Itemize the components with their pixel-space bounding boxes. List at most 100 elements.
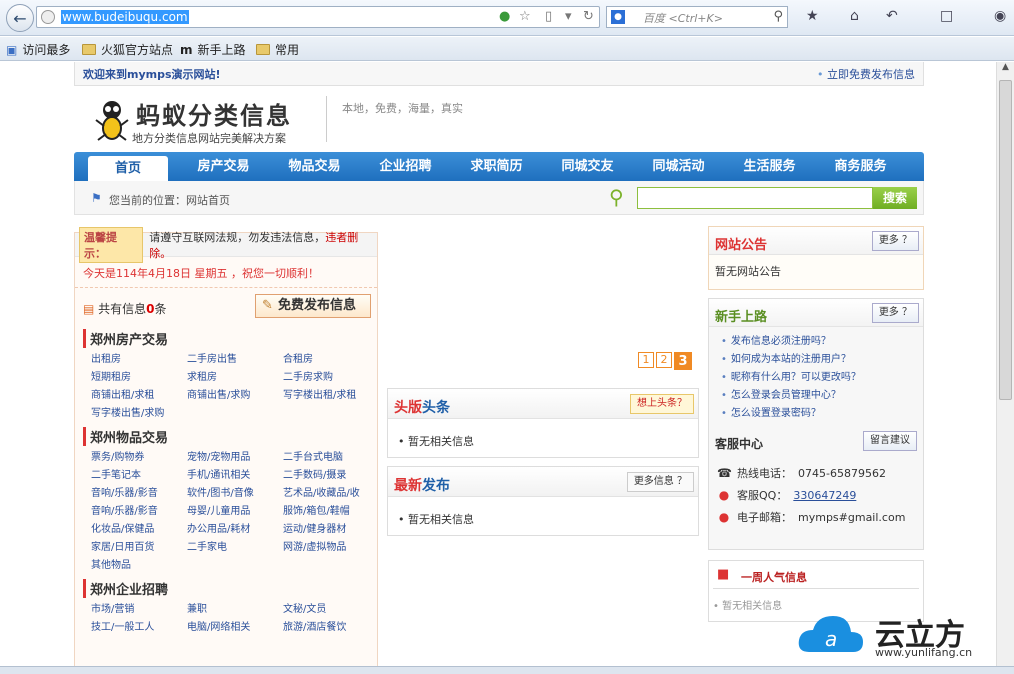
category-link[interactable]: 软件/图书/音像 [187, 486, 283, 501]
category-link[interactable]: 艺术品/收藏品/收 [283, 486, 379, 501]
site-search-input[interactable] [637, 187, 873, 209]
category-link[interactable]: 短期租房 [91, 370, 187, 385]
ant-logo-icon[interactable] [94, 98, 130, 142]
nav-resumes[interactable]: 求职简历 [451, 153, 542, 181]
guide-item[interactable]: 怎么设置登录密码？ [721, 405, 923, 423]
category-link[interactable]: 写字楼出售/求购 [91, 406, 187, 421]
category-link[interactable]: 兼职 [187, 602, 283, 617]
back-button[interactable]: ← [6, 4, 34, 32]
page-3[interactable]: 3 [674, 352, 692, 370]
scroll-up-icon[interactable]: ▲ [997, 62, 1014, 78]
category-link[interactable]: 二手笔记本 [91, 468, 187, 483]
nav-real-estate[interactable]: 房产交易 [178, 153, 269, 181]
url-text[interactable]: www.budeibuqu.com [61, 10, 189, 24]
nav-jobs[interactable]: 企业招聘 [360, 153, 451, 181]
category-grid: 市场/营销 兼职 文秘/文员技工/一般工人 电脑/网络相关 旅游/酒店餐饮 [83, 602, 377, 635]
announcement-more-button[interactable]: 更多 ？ [871, 231, 919, 251]
category-link[interactable]: 电脑/网络相关 [187, 620, 283, 635]
category-title[interactable]: 郑州房产交易 [83, 329, 377, 348]
site-search-button[interactable]: 搜索 [873, 187, 917, 209]
category-link[interactable]: 旅游/酒店餐饮 [283, 620, 379, 635]
nav-business[interactable]: 商务服务 [815, 153, 906, 181]
search-box[interactable]: ● 百度 <Ctrl+K> ⚲ [606, 6, 788, 28]
category-link[interactable]: 票务/购物券 [91, 450, 187, 465]
nav-goods[interactable]: 物品交易 [269, 153, 360, 181]
nav-dating[interactable]: 同城交友 [542, 153, 633, 181]
pencil-icon: ✎ [262, 298, 273, 313]
page-1[interactable]: 1 [638, 352, 654, 368]
nav-home[interactable]: 首页 [88, 156, 168, 181]
logo-title[interactable]: 蚂蚁分类信息 [136, 96, 292, 131]
address-bar[interactable]: www.budeibuqu.com ● ☆ ▯ ▾ ↻ [36, 6, 600, 28]
bookmark-getting-started[interactable]: m 新手上路 [180, 41, 246, 58]
undo-icon[interactable]: ↶ [886, 8, 898, 24]
qq-link[interactable]: 330647249 [793, 489, 856, 502]
category-link[interactable]: 运动/健身器材 [283, 522, 379, 537]
free-post-button[interactable]: ✎ 免费发布信息 [255, 294, 371, 318]
category-link[interactable]: 二手家电 [187, 540, 283, 555]
category-grid: 票务/购物券 宠物/宠物用品 二手台式电脑二手笔记本 手机/通讯相关 二手数码/摄录音响… [83, 450, 377, 573]
category-link[interactable]: 音响/乐器/影音 [91, 486, 187, 501]
latest-body: • 暂无相关信息 [398, 513, 474, 526]
category-title[interactable]: 郑州物品交易 [83, 427, 377, 446]
post-free-link[interactable]: • 立即免费发布信息 [817, 66, 915, 82]
category-link[interactable]: 市场/营销 [91, 602, 187, 617]
category-link[interactable]: 二手台式电脑 [283, 450, 379, 465]
bookmark-common[interactable]: 常用 [256, 41, 299, 58]
category-link[interactable]: 母婴/儿童用品 [187, 504, 283, 519]
vertical-scrollbar[interactable]: ▲ [996, 62, 1014, 666]
bookmark-firefox[interactable]: 火狐官方站点 [82, 41, 173, 58]
category-link[interactable]: 手机/通讯相关 [187, 468, 283, 483]
guide-item[interactable]: 怎么登录会员管理中心？ [721, 387, 923, 405]
bookmark-most-visited[interactable]: ▣ 访问最多 [6, 41, 70, 58]
dropdown-icon[interactable]: ▾ [565, 9, 572, 24]
mobile-icon[interactable]: ▯ [545, 9, 552, 24]
category-link[interactable]: 商铺出售/求购 [187, 388, 283, 403]
category-link[interactable]: 化妆品/保健品 [91, 522, 187, 537]
service-title: 客服中心 [715, 437, 764, 451]
category-link[interactable]: 家居/日用百货 [91, 540, 187, 555]
category-link[interactable]: 二手房出售 [187, 352, 283, 367]
nav-life[interactable]: 生活服务 [724, 153, 815, 181]
bookmark-icon: ▣ [6, 42, 18, 57]
category-link[interactable]: 服饰/箱包/鞋帽 [283, 504, 379, 519]
baidu-icon[interactable]: ● [611, 10, 625, 24]
reload-icon[interactable]: ↻ [583, 9, 594, 24]
category-link[interactable]: 文秘/文员 [283, 602, 379, 617]
category-link[interactable]: 求租房 [187, 370, 283, 385]
more-info-button[interactable]: 更多信息 ？ [626, 472, 694, 492]
category-link[interactable]: 技工/一般工人 [91, 620, 187, 635]
category-link[interactable]: 商铺出租/求租 [91, 388, 187, 403]
want-headline-button[interactable]: 想上头条？ [630, 394, 694, 414]
home-icon[interactable]: ⌂ [850, 8, 859, 24]
announcement-header: 网站公告 更多 ？ [709, 227, 923, 255]
category-link[interactable]: 写字楼出租/求租 [283, 388, 379, 403]
guide-item[interactable]: 发布信息必须注册吗？ [721, 333, 923, 351]
category-title[interactable]: 郑州企业招聘 [83, 579, 377, 598]
chat-icon[interactable]: ◉ [994, 8, 1006, 24]
guide-box: 新手上路 更多 ？ 发布信息必须注册吗？ 如何成为本站的注册用户？ 昵称有什么用… [708, 298, 924, 550]
category-link[interactable]: 出租房 [91, 352, 187, 367]
category-link[interactable]: 其他物品 [91, 558, 187, 573]
feedback-button[interactable]: 留言建议 [863, 431, 917, 451]
go-icon[interactable]: ● [499, 9, 510, 24]
category-link[interactable]: 办公用品/耗材 [187, 522, 283, 537]
category-link[interactable]: 宠物/宠物用品 [187, 450, 283, 465]
category-link[interactable]: 二手房求购 [283, 370, 379, 385]
guide-item[interactable]: 昵称有什么用？可以更改吗？ [721, 369, 923, 387]
category-link[interactable]: 合租房 [283, 352, 379, 367]
bookmark-label: 常用 [275, 43, 300, 57]
category-link[interactable]: 二手数码/摄录 [283, 468, 379, 483]
bookmarks-menu-icon[interactable]: ★ [806, 8, 819, 24]
scroll-thumb[interactable] [999, 80, 1012, 400]
search-icon[interactable]: ⚲ [773, 9, 783, 24]
nav-events[interactable]: 同城活动 [633, 153, 724, 181]
category-link[interactable]: 网游/虚拟物品 [283, 540, 379, 555]
guide-item[interactable]: 如何成为本站的注册用户？ [721, 351, 923, 369]
bookmark-star-icon[interactable]: ☆ [519, 9, 531, 24]
phone-number: 0745-65879562 [798, 466, 886, 480]
crop-icon[interactable]: □ [940, 8, 953, 24]
guide-more-button[interactable]: 更多 ？ [871, 303, 919, 323]
page-2[interactable]: 2 [656, 352, 672, 368]
category-link[interactable]: 音响/乐器/影音 [91, 504, 187, 519]
